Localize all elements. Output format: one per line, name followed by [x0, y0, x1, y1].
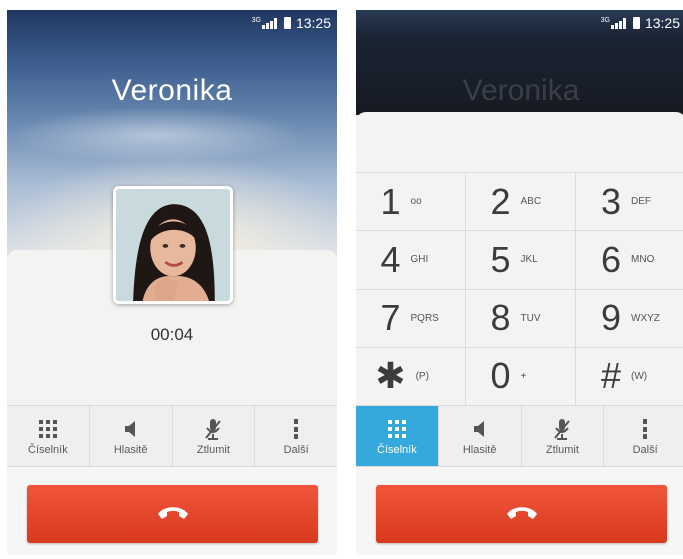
- mute-button[interactable]: Ztlumit: [522, 406, 605, 466]
- dialpad-screen: 3G 13:25 Veronika 1 oo 2 ABC 3 DEF 4 GHI 5 JK…: [356, 10, 683, 555]
- key-digit: 5: [490, 238, 511, 280]
- more-button-label: Další: [632, 444, 658, 456]
- key-star[interactable]: ✱ (P): [356, 347, 466, 406]
- more-vertical-icon: [642, 416, 648, 442]
- key-letters: (W): [631, 370, 648, 382]
- more-button[interactable]: Další: [255, 406, 337, 466]
- key-4[interactable]: 4 GHI: [356, 231, 466, 290]
- key-3[interactable]: 3 DEF: [576, 173, 683, 232]
- more-button-label: Další: [283, 444, 309, 456]
- dialpad-button[interactable]: Číselník: [356, 406, 439, 466]
- end-call-button[interactable]: [376, 485, 667, 543]
- key-digit: ✱: [375, 355, 406, 397]
- key-letters: WXYZ: [631, 312, 660, 324]
- battery-icon: [283, 17, 291, 29]
- key-letters: ABC: [520, 196, 542, 208]
- key-1[interactable]: 1 oo: [356, 173, 466, 232]
- dialpad-button[interactable]: Číselník: [7, 406, 90, 466]
- more-vertical-icon: [293, 416, 299, 442]
- key-letters: JKL: [520, 254, 538, 266]
- key-digit: 1: [380, 180, 401, 222]
- key-letters: (P): [415, 370, 429, 382]
- key-digit: 0: [490, 355, 511, 397]
- phone-hangup-icon: [156, 504, 190, 525]
- dialpad-grid-icon: [387, 416, 406, 442]
- speaker-button-label: Hlasitě: [113, 444, 148, 456]
- caller-name: Veronika: [111, 74, 233, 107]
- status-time: 13:25: [295, 15, 331, 31]
- key-letters: DEF: [631, 196, 652, 208]
- key-digit: 4: [380, 238, 401, 280]
- key-letters: GHI: [410, 254, 429, 266]
- speaker-button[interactable]: Hlasitě: [90, 406, 173, 466]
- mic-mute-icon: [552, 416, 572, 442]
- caller-avatar: [113, 186, 233, 304]
- key-0[interactable]: 0 +: [466, 347, 576, 406]
- status-time: 13:25: [644, 15, 680, 31]
- key-9[interactable]: 9 WXYZ: [576, 290, 683, 348]
- in-call-screen: 3G 13:25 Veronika 00:04 Číselník Hlasitě…: [7, 10, 337, 555]
- key-digit: 2: [490, 180, 511, 222]
- key-digit: 8: [490, 297, 511, 339]
- key-8[interactable]: 8 TUV: [466, 289, 576, 348]
- key-letters: +: [520, 370, 527, 382]
- call-actions-bar: Číselník Hlasitě Ztlumit Další: [356, 405, 683, 467]
- speaker-icon: [472, 416, 488, 442]
- network-type: 3G: [251, 17, 261, 24]
- key-letters: PQRS: [410, 312, 439, 324]
- key-digit: #: [600, 355, 622, 397]
- key-2[interactable]: 2 ABC: [466, 173, 576, 232]
- network-type: 3G: [600, 17, 610, 24]
- key-7[interactable]: 7 PQRS: [356, 289, 466, 348]
- mic-mute-icon: [203, 416, 223, 442]
- dialpad-button-label: Číselník: [377, 444, 417, 456]
- dial-input-area[interactable]: [356, 112, 683, 172]
- caller-name-dimmed: Veronika: [462, 74, 580, 107]
- dialpad-grid-icon: [38, 416, 57, 442]
- phone-hangup-icon: [505, 504, 539, 525]
- mute-button-label: Ztlumit: [545, 444, 579, 456]
- key-digit: 9: [600, 297, 622, 339]
- mute-button-label: Ztlumit: [196, 444, 230, 456]
- battery-icon: [632, 17, 640, 29]
- key-digit: 3: [600, 180, 622, 222]
- status-bar: 3G 13:25: [356, 10, 683, 36]
- call-duration: 00:04: [150, 325, 194, 344]
- signal-icon: [261, 17, 278, 29]
- signal-icon: [610, 17, 627, 29]
- key-5[interactable]: 5 JKL: [466, 231, 576, 290]
- status-bar: 3G 13:25: [7, 10, 337, 36]
- speaker-button-label: Hlasitě: [462, 444, 497, 456]
- speaker-button[interactable]: Hlasitě: [439, 406, 522, 466]
- key-digit: 7: [380, 297, 401, 339]
- key-letters: MNO: [631, 254, 655, 266]
- mute-button[interactable]: Ztlumit: [173, 406, 256, 466]
- end-call-button[interactable]: [27, 485, 318, 543]
- key-6[interactable]: 6 MNO: [576, 231, 683, 290]
- dialpad-button-label: Číselník: [28, 444, 68, 456]
- key-letters: TUV: [520, 312, 541, 324]
- key-hash[interactable]: # (W): [576, 348, 683, 406]
- more-button[interactable]: Další: [604, 406, 683, 466]
- voicemail-icon: oo: [410, 196, 422, 208]
- speaker-icon: [123, 416, 139, 442]
- key-digit: 6: [600, 238, 622, 280]
- dialpad-keys: 1 oo 2 ABC 3 DEF 4 GHI 5 JKL 6 MNO 7 PQRS 8 TUV …: [356, 172, 683, 406]
- call-actions-bar: Číselník Hlasitě Ztlumit Další: [7, 405, 337, 467]
